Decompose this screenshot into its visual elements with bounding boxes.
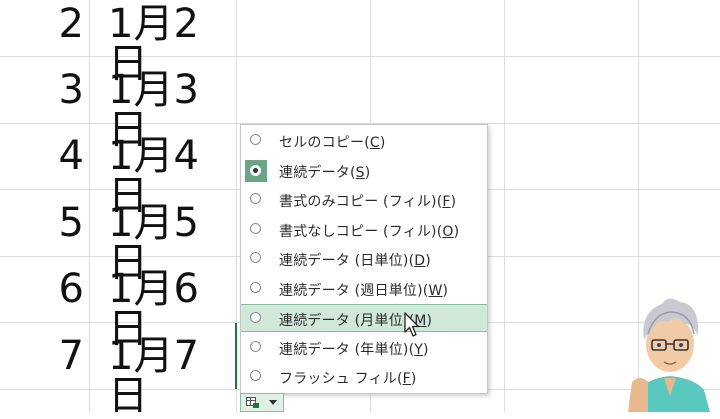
radio-icon[interactable] bbox=[250, 312, 261, 323]
cell-number[interactable]: 7 bbox=[40, 336, 84, 376]
cell-number[interactable]: 6 bbox=[40, 269, 84, 309]
menu-item-fill-weekdays[interactable]: 連続データ (週日単位)(W) bbox=[241, 275, 487, 303]
menu-item-fill-days[interactable]: 連続データ (日単位)(D) bbox=[241, 245, 487, 273]
menu-item-label: 書式のみコピー (フィル)(F) bbox=[279, 194, 457, 210]
chevron-down-icon bbox=[269, 400, 277, 405]
menu-item-copy-cells[interactable]: セルのコピー(C) bbox=[241, 127, 487, 155]
cell-number[interactable]: 2 bbox=[40, 4, 84, 44]
menu-item-label: 連続データ (週日単位)(W) bbox=[279, 283, 449, 299]
menu-item-flash-fill[interactable]: フラッシュ フィル(F) bbox=[241, 363, 487, 391]
radio-icon[interactable] bbox=[250, 134, 261, 145]
auto-fill-options-menu: セルのコピー(C) 連続データ(S) 書式のみコピー (フィル)(F) 書式なし… bbox=[240, 124, 488, 394]
selection-border bbox=[235, 323, 237, 389]
menu-item-fill-years[interactable]: 連続データ (年単位)(Y) bbox=[241, 334, 487, 362]
cell-number[interactable]: 4 bbox=[40, 136, 84, 176]
menu-item-label: 連続データ(S) bbox=[279, 165, 371, 181]
radio-icon[interactable] bbox=[250, 193, 261, 204]
mouse-cursor-icon bbox=[404, 312, 420, 337]
radio-checked-icon[interactable] bbox=[250, 165, 261, 176]
menu-item-label: 書式なしコピー (フィル)(O) bbox=[279, 224, 460, 240]
cell-number[interactable]: 3 bbox=[40, 70, 84, 110]
radio-icon[interactable] bbox=[250, 252, 261, 263]
cell-date[interactable]: 1月7日 bbox=[108, 336, 234, 416]
menu-item-label: セルのコピー(C) bbox=[279, 135, 386, 151]
menu-item-label: 連続データ (日単位)(D) bbox=[279, 253, 431, 269]
radio-icon[interactable] bbox=[250, 223, 261, 234]
column-divider bbox=[89, 0, 90, 412]
menu-item-fill-months[interactable]: 連続データ (月単位)(M) bbox=[241, 304, 487, 332]
menu-item-fill-series[interactable]: 連続データ(S) bbox=[241, 157, 487, 185]
radio-icon[interactable] bbox=[250, 282, 261, 293]
cell-number[interactable]: 5 bbox=[40, 203, 84, 243]
menu-item-fill-without-formatting[interactable]: 書式なしコピー (フィル)(O) bbox=[241, 216, 487, 244]
radio-icon[interactable] bbox=[250, 370, 261, 381]
column-divider bbox=[504, 0, 505, 412]
presenter-avatar bbox=[628, 298, 710, 412]
menu-item-label: フラッシュ フィル(F) bbox=[279, 371, 417, 387]
menu-item-label: 連続データ (年単位)(Y) bbox=[279, 342, 429, 358]
auto-fill-options-icon bbox=[246, 397, 259, 408]
auto-fill-options-button[interactable] bbox=[240, 393, 284, 412]
radio-icon[interactable] bbox=[250, 341, 261, 352]
menu-item-fill-formatting-only[interactable]: 書式のみコピー (フィル)(F) bbox=[241, 186, 487, 214]
